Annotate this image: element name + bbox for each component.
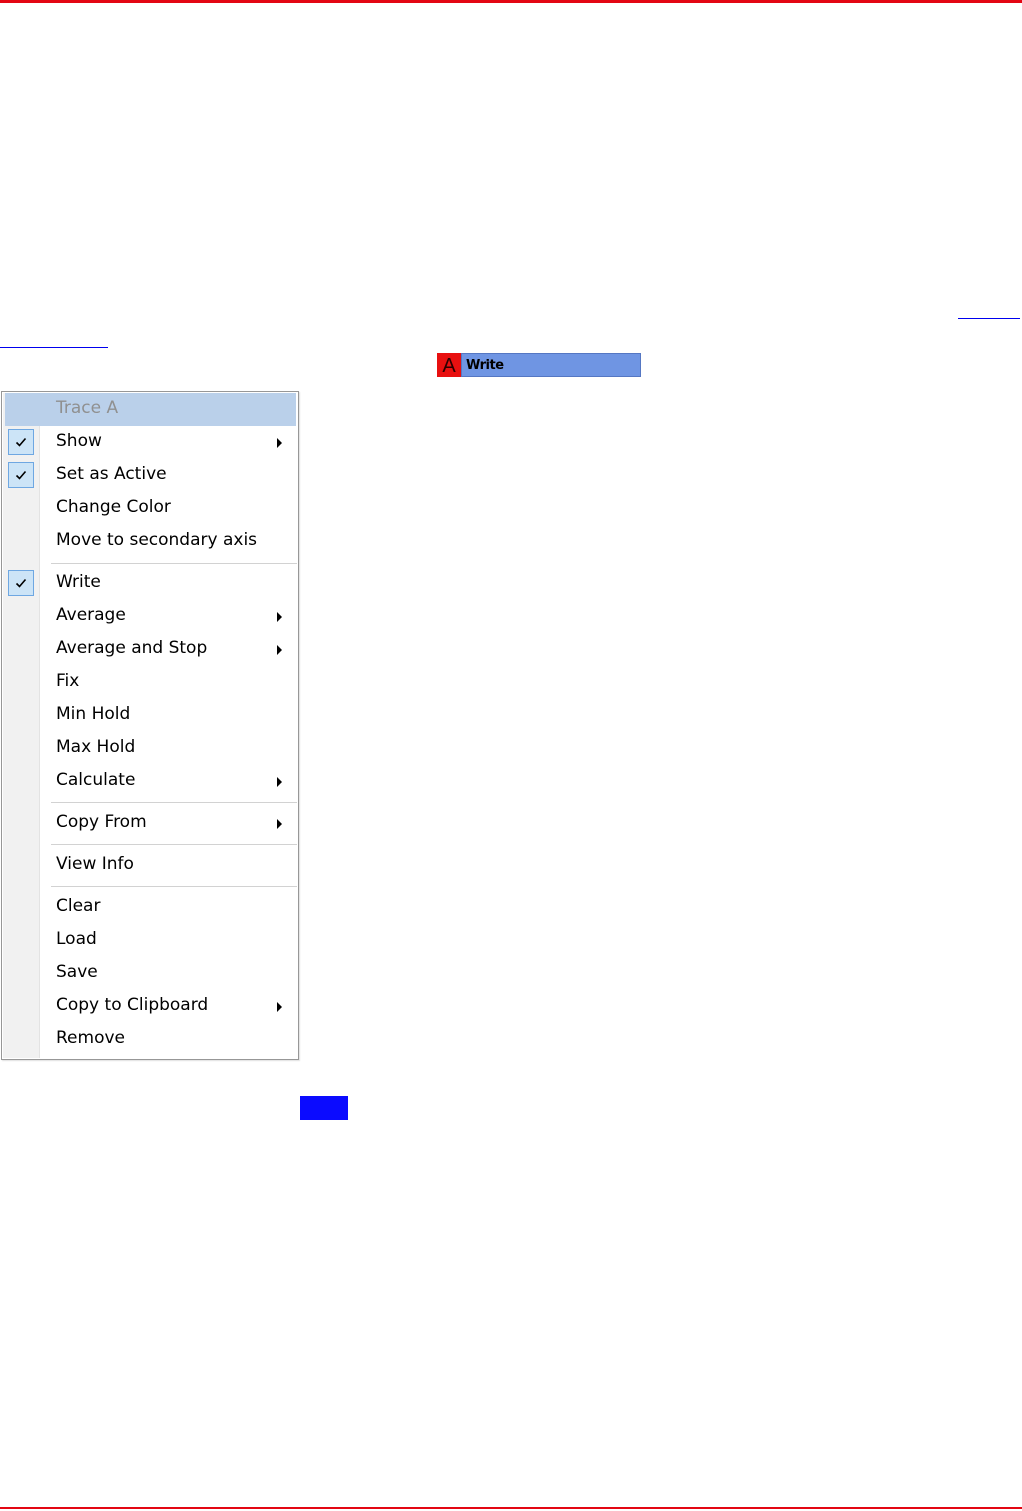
menu-item-label: Fix — [56, 671, 80, 691]
menu-item-label: Max Hold — [56, 737, 136, 757]
menu-item-change-color[interactable]: Change Color — [5, 492, 296, 525]
menu-item-label: Min Hold — [56, 704, 131, 724]
hyperlink-fragment-start[interactable] — [0, 347, 108, 348]
show-check-box — [8, 429, 34, 455]
submenu-arrow-icon — [277, 612, 282, 622]
menu-item-label: View Info — [56, 854, 134, 874]
menu-item-label: Set as Active — [56, 464, 167, 484]
checkmark-icon — [15, 470, 27, 480]
menu-separator — [51, 886, 297, 888]
menu-header-trace-a: Trace A — [5, 393, 296, 426]
manual-page: A Write Trace A Show Set as Active Chang… — [0, 0, 1022, 1511]
menu-item-copy-to-clipboard[interactable]: Copy to Clipboard — [5, 990, 296, 1023]
submenu-arrow-icon — [277, 819, 282, 829]
checkmark-icon — [15, 578, 27, 588]
trace-context-menu: Trace A Show Set as Active Change Color … — [1, 391, 299, 1060]
menu-item-min-hold[interactable]: Min Hold — [5, 699, 296, 732]
checkmark-icon — [15, 437, 27, 447]
menu-item-label: Show — [56, 431, 102, 451]
set-as-active-check-box — [8, 462, 34, 488]
menu-item-label: Write — [56, 572, 101, 592]
submenu-arrow-icon — [277, 645, 282, 655]
menu-separator — [51, 802, 297, 804]
menu-header-label: Trace A — [56, 398, 119, 418]
menu-item-label: Clear — [56, 896, 101, 916]
menu-item-move-to-secondary-axis[interactable]: Move to secondary axis — [5, 525, 296, 558]
menu-item-max-hold[interactable]: Max Hold — [5, 732, 296, 765]
menu-item-label: Load — [56, 929, 97, 949]
trace-a-status-bar[interactable]: A Write — [437, 353, 641, 377]
page-bottom-rule — [0, 1507, 1022, 1509]
menu-item-clear[interactable]: Clear — [5, 891, 296, 924]
menu-item-label: Remove — [56, 1028, 125, 1048]
menu-item-set-as-active[interactable]: Set as Active — [5, 459, 296, 492]
submenu-arrow-icon — [277, 438, 282, 448]
menu-item-calculate[interactable]: Calculate — [5, 765, 296, 798]
menu-item-load[interactable]: Load — [5, 924, 296, 957]
menu-item-copy-from[interactable]: Copy From — [5, 807, 296, 840]
menu-item-average-and-stop[interactable]: Average and Stop — [5, 633, 296, 666]
menu-item-label: Change Color — [56, 497, 171, 517]
submenu-arrow-icon — [277, 1002, 282, 1012]
menu-item-label: Copy to Clipboard — [56, 995, 209, 1015]
page-top-rule — [0, 0, 1022, 3]
menu-item-label: Average — [56, 605, 126, 625]
menu-item-label: Move to secondary axis — [56, 530, 258, 550]
menu-item-label: Average and Stop — [56, 638, 208, 658]
submenu-arrow-icon — [277, 777, 282, 787]
menu-item-label: Save — [56, 962, 98, 982]
menu-item-remove[interactable]: Remove — [5, 1023, 296, 1056]
blue-color-swatch[interactable] — [300, 1096, 348, 1120]
trace-letter-badge: A — [437, 353, 461, 377]
menu-item-write[interactable]: Write — [5, 567, 296, 600]
trace-mode-label: Write — [461, 353, 641, 377]
menu-item-label: Copy From — [56, 812, 147, 832]
hyperlink-fragment-end[interactable] — [958, 318, 1020, 319]
menu-item-fix[interactable]: Fix — [5, 666, 296, 699]
menu-separator — [51, 563, 297, 565]
menu-item-save[interactable]: Save — [5, 957, 296, 990]
menu-item-show[interactable]: Show — [5, 426, 296, 459]
menu-item-label: Calculate — [56, 770, 136, 790]
write-check-box — [8, 570, 34, 596]
menu-item-average[interactable]: Average — [5, 600, 296, 633]
menu-separator — [51, 844, 297, 846]
menu-item-view-info[interactable]: View Info — [5, 849, 296, 882]
